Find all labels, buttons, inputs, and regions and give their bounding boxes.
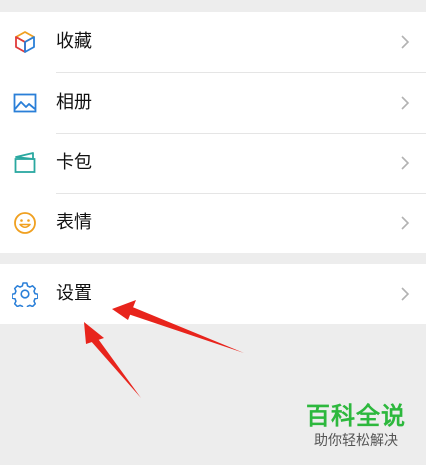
menu-group-settings: 设置 [0, 264, 426, 324]
watermark-title: 百科全说 [306, 402, 406, 430]
cube-icon [12, 29, 38, 55]
chevron-right-icon [400, 95, 410, 111]
menu-item-album[interactable]: 相册 [0, 73, 426, 133]
chevron-right-icon [400, 286, 410, 302]
menu-item-label: 设置 [56, 283, 92, 304]
chevron-right-icon [400, 155, 410, 171]
smiley-icon [12, 210, 38, 236]
menu-item-card-wallet[interactable]: 卡包 [0, 133, 426, 193]
menu-item-label: 表情 [56, 212, 92, 233]
top-gray-strip [0, 0, 426, 12]
watermark-subtitle: 助你轻松解决 [314, 433, 398, 449]
arrow-up-pointer [84, 322, 141, 398]
menu-item-label: 相册 [56, 92, 92, 113]
watermark-logo: 百科全说 助你轻松解决 [293, 401, 419, 459]
menu-item-label: 收藏 [56, 31, 92, 52]
menu-item-favorites[interactable]: 收藏 [0, 12, 426, 72]
menu-item-stickers[interactable]: 表情 [0, 193, 426, 253]
menu-group-main: 收藏 相册 卡包 表情 [0, 12, 426, 253]
card-wallet-icon [12, 150, 38, 176]
chevron-right-icon [400, 215, 410, 231]
image-icon [12, 90, 38, 116]
chevron-right-icon [400, 34, 410, 50]
menu-item-settings[interactable]: 设置 [0, 264, 426, 324]
gear-icon [12, 281, 38, 307]
menu-item-label: 卡包 [56, 152, 92, 173]
